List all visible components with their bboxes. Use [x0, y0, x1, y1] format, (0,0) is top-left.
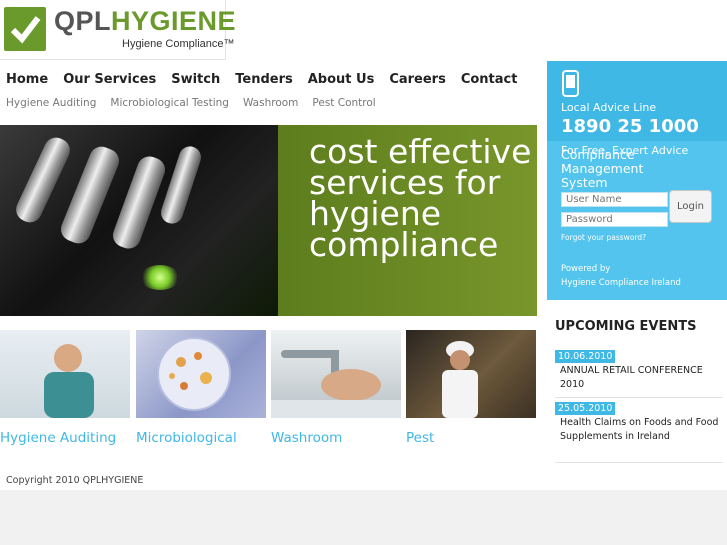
service-microbiological[interactable]: Microbiological [136, 430, 237, 446]
nav-tenders[interactable]: Tenders [235, 72, 292, 87]
washroom-image[interactable] [271, 330, 401, 418]
nav-switch[interactable]: Switch [171, 72, 220, 87]
cms-title: Compliance Management System [561, 147, 644, 190]
checkmark-icon [4, 7, 46, 51]
powered-by-link[interactable]: Hygiene Compliance Ireland [561, 278, 681, 288]
copyright-text: Copyright 2010 QPLHYGIENE [6, 475, 144, 486]
pest-control-image[interactable] [406, 330, 536, 418]
logo-brand-a: QPL [54, 6, 112, 36]
nav-about-us[interactable]: About Us [308, 72, 375, 87]
subnav-pest-control[interactable]: Pest Control [312, 97, 375, 109]
logo-wordmark: QPLHYGIENE [54, 6, 236, 37]
contact-login-panel: Local Advice Line 1890 25 1000 For Free,… [547, 61, 727, 300]
microbiological-image[interactable] [136, 330, 266, 418]
event-link[interactable]: ANNUAL RETAIL CONFERENCE 2010 [560, 364, 720, 392]
logo-brand-b: HYGIENE [111, 6, 237, 36]
subnav-hygiene-auditing[interactable]: Hygiene Auditing [6, 97, 96, 109]
hero-text-panel: cost effective services for hygiene comp… [278, 125, 537, 316]
site-logo[interactable]: QPLHYGIENE Hygiene Compliance™ [0, 0, 236, 60]
logo-tagline: Hygiene Compliance™ [122, 38, 235, 50]
powered-by-label: Powered by [561, 264, 611, 274]
password-input[interactable] [561, 212, 668, 227]
service-pest[interactable]: Pest [406, 430, 434, 446]
username-input[interactable] [561, 192, 668, 207]
nav-careers[interactable]: Careers [389, 72, 446, 87]
hero-headline: cost effective services for hygiene comp… [309, 132, 532, 264]
event-link[interactable]: Health Claims on Foods and Food Suppleme… [560, 416, 720, 444]
advice-line-label: Local Advice Line [561, 101, 657, 114]
event-divider [555, 397, 723, 398]
subnav-washroom[interactable]: Washroom [243, 97, 298, 109]
event-date: 25.05.2010 [555, 402, 616, 415]
sub-nav: Hygiene Auditing Microbiological Testing… [6, 97, 390, 109]
mobile-phone-icon [562, 70, 579, 97]
nav-home[interactable]: Home [6, 72, 48, 87]
event-date: 10.06.2010 [555, 350, 616, 363]
main-nav: Home Our Services Switch Tenders About U… [6, 72, 532, 87]
event-divider [555, 462, 723, 463]
hero-banner: cost effective services for hygiene comp… [0, 125, 537, 316]
nav-contact[interactable]: Contact [461, 72, 518, 87]
microscope-image [0, 125, 278, 316]
forgot-password-link[interactable]: Forgot your password? [561, 233, 646, 242]
events-heading: UPCOMING EVENTS [555, 319, 697, 334]
service-washroom[interactable]: Washroom [271, 430, 342, 446]
advice-phone-number: 1890 25 1000 [561, 116, 699, 137]
subnav-microbiological-testing[interactable]: Microbiological Testing [110, 97, 229, 109]
service-hygiene-auditing[interactable]: Hygiene Auditing [0, 430, 116, 446]
login-button[interactable]: Login [669, 190, 712, 223]
hygiene-auditing-image[interactable] [0, 330, 130, 418]
nav-our-services[interactable]: Our Services [63, 72, 156, 87]
